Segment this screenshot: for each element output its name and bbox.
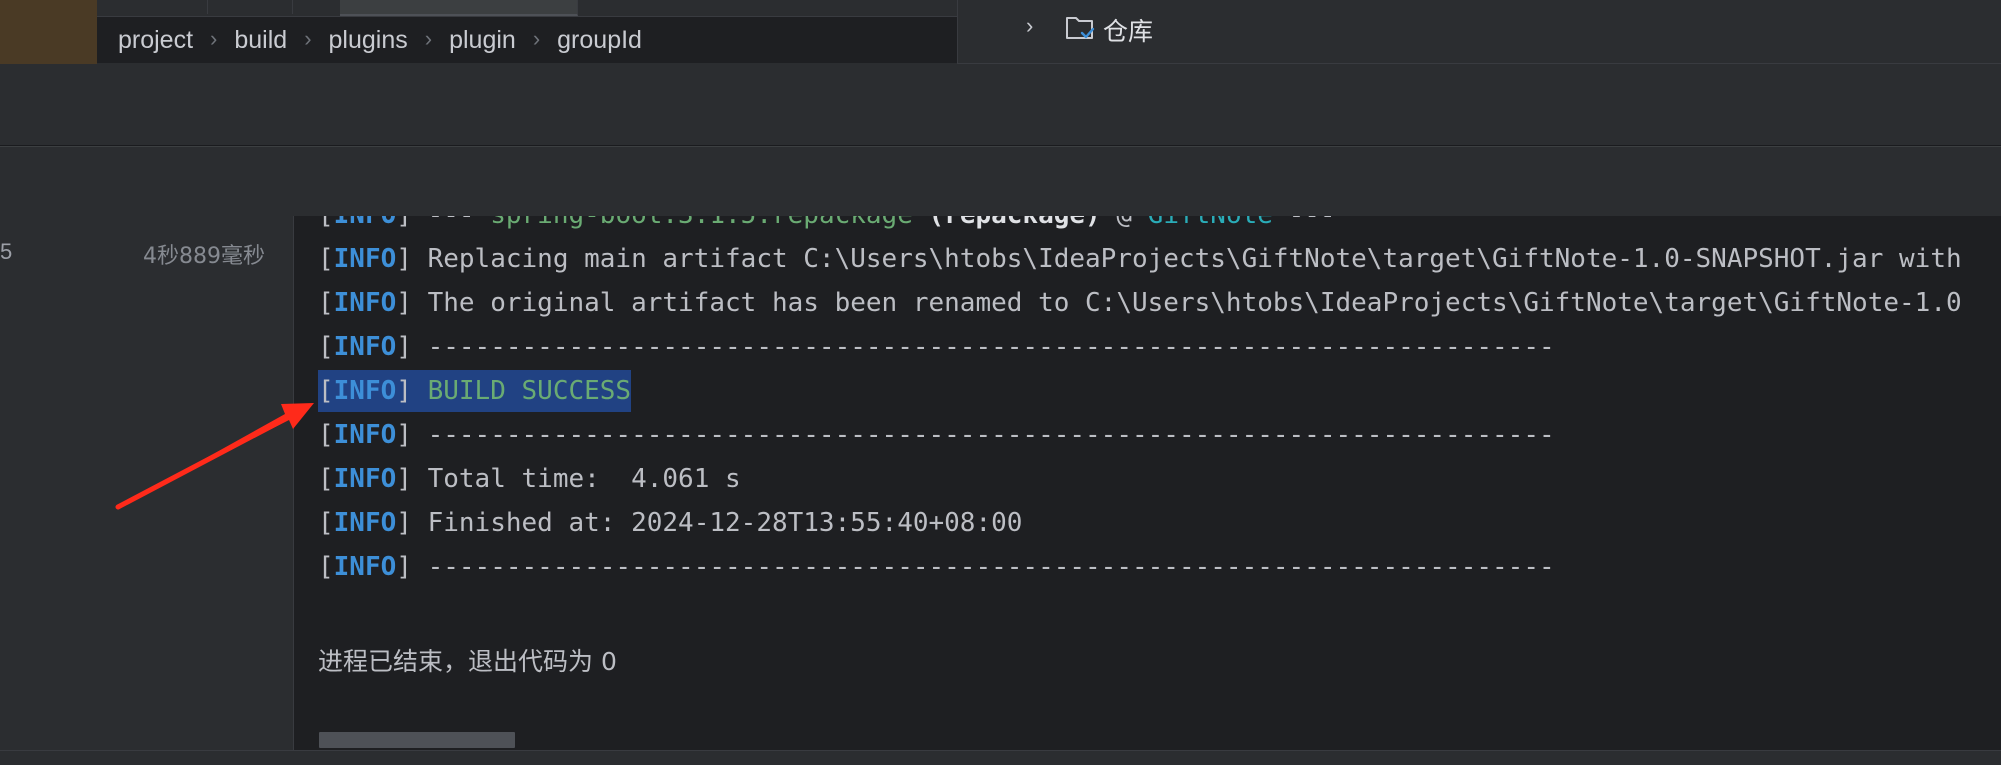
log-level: INFO xyxy=(333,244,397,274)
tool-window-header xyxy=(0,64,2001,146)
ide-window: project › build › plugins › plugin › gro… xyxy=(0,0,2001,765)
log-level: INFO xyxy=(333,376,397,406)
total-time-text: Total time: 4.061 s xyxy=(427,464,741,494)
breadcrumb-item-plugins[interactable]: plugins xyxy=(329,26,408,55)
log-message: The original artifact has been renamed t… xyxy=(427,288,1962,318)
console-line: [INFO] ---------------------------------… xyxy=(318,552,1555,582)
log-separator: ----------------------------------------… xyxy=(427,332,1555,362)
selection-highlight: [INFO] BUILD SUCCESS xyxy=(318,370,632,412)
log-plugin: spring-boot:3.1.5:repackage xyxy=(490,216,913,230)
log-project: GiftNote xyxy=(1148,216,1273,230)
run-tree-item-duration: 4秒889毫秒 xyxy=(143,244,265,269)
console-line: [INFO] ---------------------------------… xyxy=(318,420,1555,450)
editor-tab[interactable] xyxy=(97,0,208,14)
build-success-text: BUILD SUCCESS xyxy=(427,376,632,406)
editor-tabs xyxy=(97,0,957,17)
run-tree-item-number[interactable]: 5 xyxy=(0,239,12,265)
console-line: [INFO] --- spring-boot:3.1.5:repackage (… xyxy=(318,216,1336,237)
log-level: INFO xyxy=(334,216,397,230)
finished-at-text: Finished at: 2024-12-28T13:55:40+08:00 xyxy=(427,508,1023,538)
process-exit-message: 进程已结束，退出代码为 0 xyxy=(318,647,617,676)
console-output[interactable]: [INFO] --- spring-boot:3.1.5:repackage (… xyxy=(294,216,2001,750)
breadcrumb-separator-icon: › xyxy=(210,26,218,51)
log-dashes: --- xyxy=(1289,216,1336,230)
log-message: Replacing main artifact C:\Users\htobs\I… xyxy=(427,244,1962,274)
console-line: [INFO] Finished at: 2024-12-28T13:55:40+… xyxy=(318,508,1023,538)
log-level: INFO xyxy=(333,464,397,494)
breadcrumb-separator-icon: › xyxy=(304,26,312,51)
breadcrumb-separator-icon: › xyxy=(532,26,541,51)
repository-panel-header: › 仓库 xyxy=(957,0,2001,64)
log-level: INFO xyxy=(333,508,397,538)
breadcrumb-item-build[interactable]: build xyxy=(234,26,287,55)
log-level: INFO xyxy=(333,552,397,582)
log-dashes: --- xyxy=(428,216,475,230)
horizontal-scrollbar-thumb[interactable] xyxy=(319,732,515,748)
log-level: INFO xyxy=(333,420,397,450)
breadcrumb-separator-icon: › xyxy=(424,26,433,51)
chevron-right-icon[interactable]: › xyxy=(1026,13,1033,39)
editor-tab-active[interactable] xyxy=(340,0,578,16)
repository-label[interactable]: 仓库 xyxy=(1103,12,1153,48)
log-level: INFO xyxy=(333,288,397,318)
run-toolbar xyxy=(0,146,2001,216)
breadcrumb-item-project[interactable]: project xyxy=(118,26,193,55)
breadcrumb-item-plugin[interactable]: plugin xyxy=(449,26,516,55)
console-line: [INFO] Replacing main artifact C:\Users\… xyxy=(318,244,1962,274)
console-line-build-success: [INFO] BUILD SUCCESS xyxy=(318,369,632,413)
console-line: [INFO] ---------------------------------… xyxy=(318,332,1555,362)
breadcrumb: project › build › plugins › plugin › gro… xyxy=(97,17,957,64)
console-line: [INFO] The original artifact has been re… xyxy=(318,288,1962,318)
console-line: [INFO] Total time: 4.061 s xyxy=(318,464,741,494)
bottom-bar xyxy=(0,750,2001,765)
folder-git-icon xyxy=(1065,14,1095,47)
project-image-fragment xyxy=(0,0,97,64)
log-level: INFO xyxy=(333,332,397,362)
log-separator: ----------------------------------------… xyxy=(427,420,1555,450)
log-goal: (repackage) xyxy=(929,216,1101,230)
run-tree: 5 4秒889毫秒 xyxy=(0,216,294,750)
breadcrumb-item-groupid[interactable]: groupId xyxy=(557,26,642,55)
log-separator: ----------------------------------------… xyxy=(427,552,1555,582)
log-at: @ xyxy=(1116,216,1132,230)
editor-tab[interactable] xyxy=(207,0,293,14)
